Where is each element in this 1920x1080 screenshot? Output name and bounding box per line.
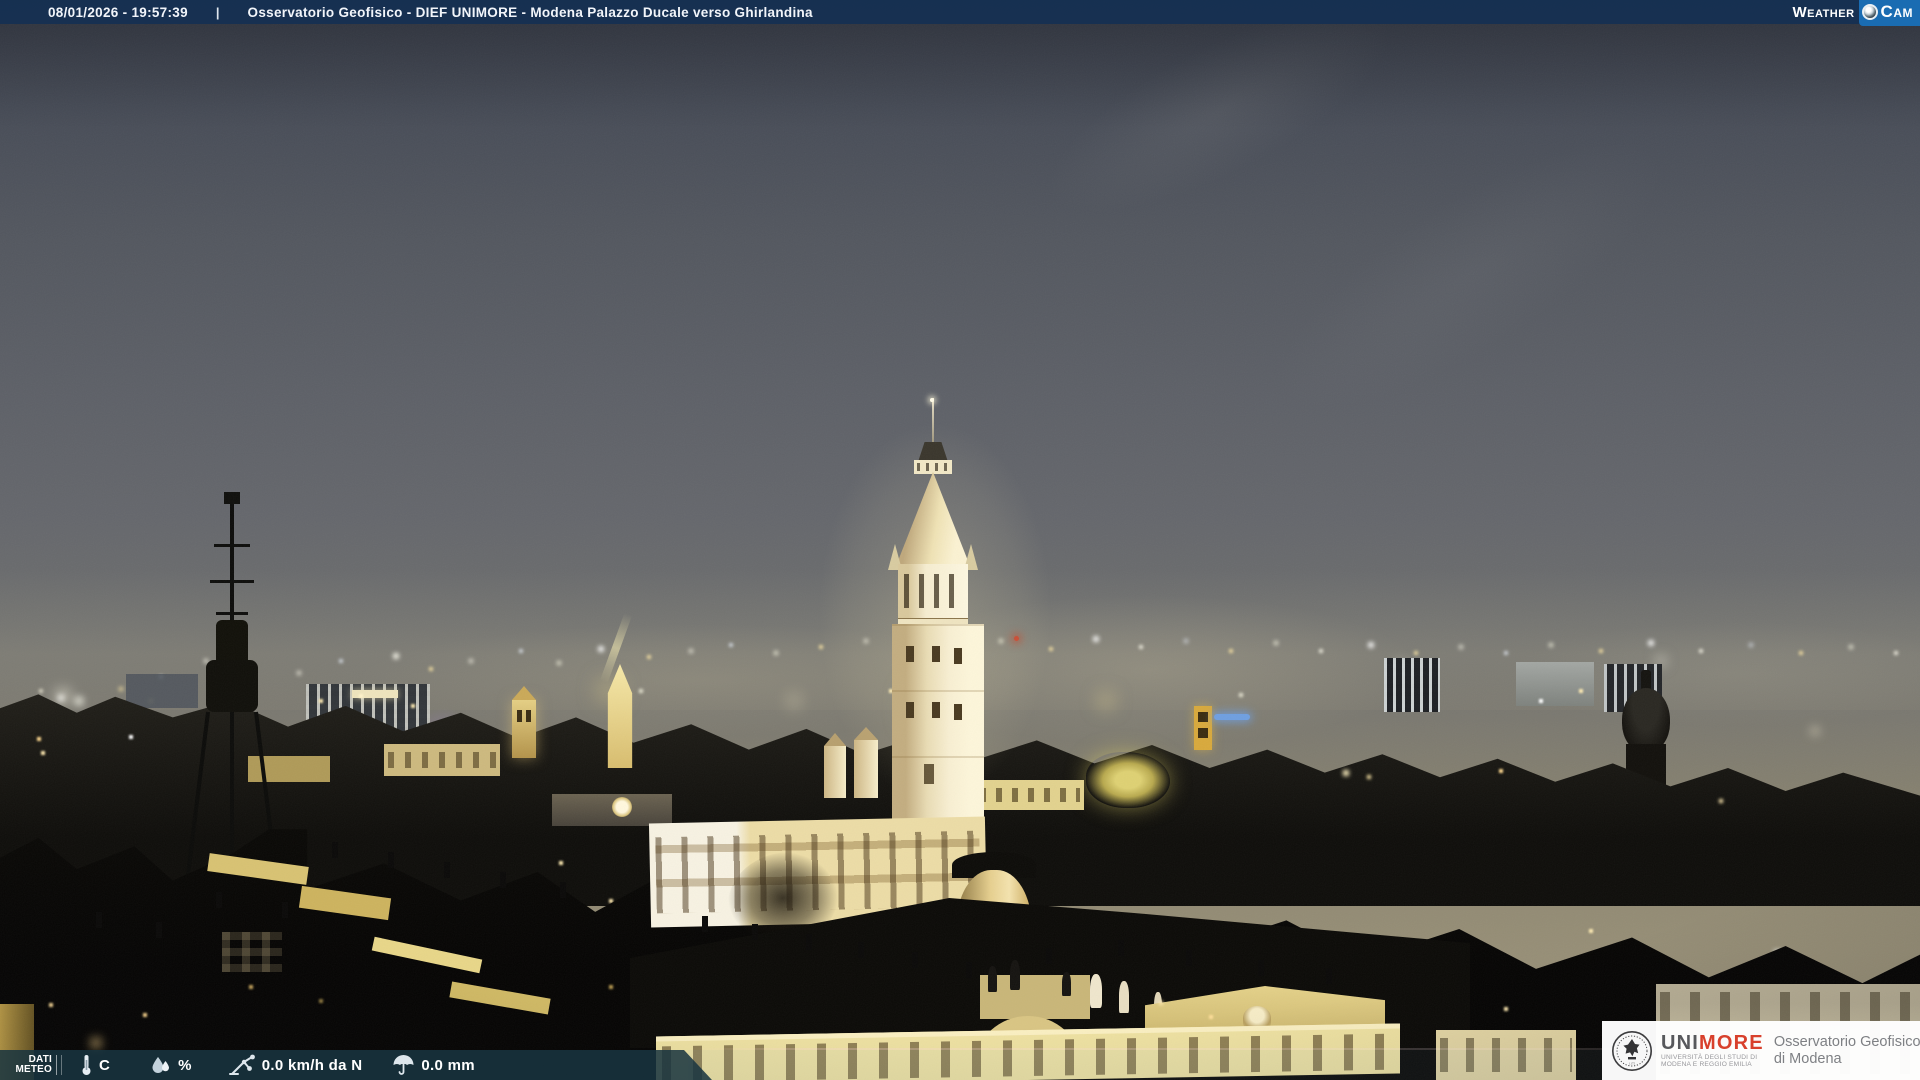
observatory-name-line2: di Modena	[1774, 1051, 1920, 1068]
unimore-name: UNIMORE	[1661, 1032, 1764, 1054]
weathercam-logo: Weather Cam	[1792, 0, 1920, 24]
vignette	[0, 0, 1920, 1080]
humidity-icon	[150, 1055, 172, 1075]
header-bar: 08/01/2026 - 19:57:39 | Osservatorio Geo…	[0, 0, 1920, 24]
humidity-item: %	[150, 1055, 192, 1075]
dati-meteo-label: DATI METEO	[0, 1055, 52, 1076]
weathercam-logo-cam: Cam	[1881, 2, 1913, 22]
weathercam-logo-box: Cam	[1859, 0, 1920, 26]
unimore-subtitle-line1: UNIVERSITÀ DEGLI STUDI DI	[1661, 1054, 1764, 1062]
unimore-name-more: MORE	[1699, 1032, 1764, 1054]
temperature-value: C	[99, 1057, 110, 1074]
thermometer-icon	[80, 1054, 93, 1076]
unimore-crest-icon: 1175	[1611, 1030, 1653, 1072]
dati-meteo-line2: METEO	[0, 1065, 52, 1076]
weathercam-logo-weather: Weather	[1792, 4, 1854, 21]
title-separator: |	[216, 5, 220, 20]
unimore-wordmark: UNIMORE UNIVERSITÀ DEGLI STUDI DI MODENA…	[1661, 1033, 1764, 1069]
rain-value: 0.0 mm	[421, 1057, 475, 1074]
rain-umbrella-icon	[392, 1055, 415, 1076]
unimore-subtitle-line2: MODENA E REGGIO EMILIA	[1661, 1061, 1764, 1069]
wind-item: 0.0 km/h da N	[228, 1054, 363, 1076]
weather-data-bar: DATI METEO C %	[0, 1050, 712, 1080]
unimore-subtitle: UNIVERSITÀ DEGLI STUDI DI MODENA E REGGI…	[1661, 1054, 1764, 1069]
wind-anemometer-icon	[228, 1054, 256, 1076]
label-divider	[56, 1055, 62, 1075]
humidity-value: %	[178, 1057, 192, 1074]
rain-item: 0.0 mm	[392, 1055, 475, 1076]
observatory-name-line1: Osservatorio Geofisico	[1774, 1034, 1920, 1051]
svg-text:1175: 1175	[1629, 1061, 1636, 1065]
timestamp: 08/01/2026 - 19:57:39	[48, 5, 188, 20]
unimore-logo-box: 1175 UNIMORE UNIVERSITÀ DEGLI STUDI DI M…	[1602, 1021, 1920, 1080]
webcam-frame: 08/01/2026 - 19:57:39 | Osservatorio Geo…	[0, 0, 1920, 1080]
temperature-item: C	[80, 1054, 110, 1076]
observatory-name: Osservatorio Geofisico di Modena	[1774, 1034, 1920, 1068]
unimore-name-uni: UNI	[1661, 1032, 1699, 1054]
webcam-lens-icon	[1862, 4, 1878, 20]
webcam-title: Osservatorio Geofisico - DIEF UNIMORE - …	[248, 5, 813, 20]
wind-value: 0.0 km/h da N	[262, 1057, 363, 1074]
